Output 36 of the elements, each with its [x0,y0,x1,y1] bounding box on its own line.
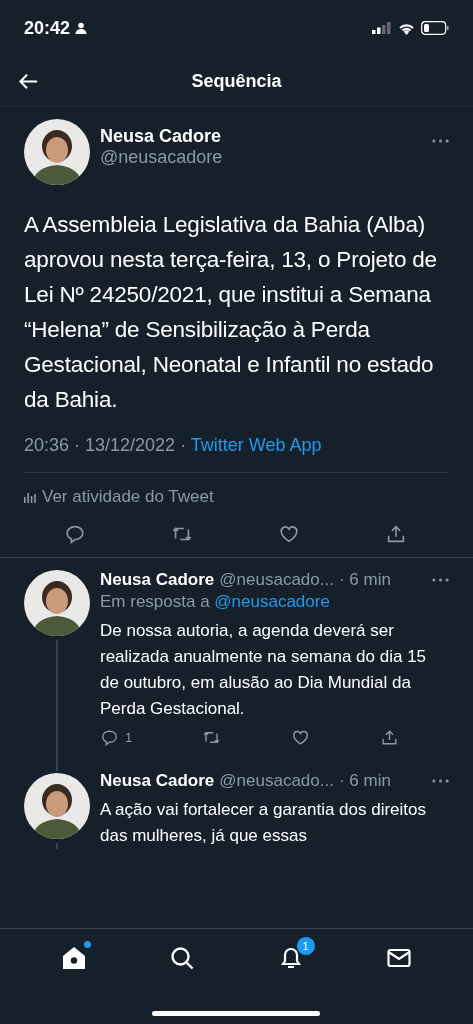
mention-link[interactable]: @neusacadore [214,592,330,611]
signal-icon [372,22,392,34]
activity-link[interactable]: Ver atividade do Tweet [42,487,214,507]
author-name[interactable]: Neusa Cadore [100,126,422,147]
reply-icon[interactable] [100,728,119,747]
author-handle[interactable]: @neusacado... [219,771,334,791]
tweet-text: A Assembleia Legislativa da Bahia (Alba) aprovou nesta terça-feira, 13, o Projeto de Lei Nº 24250/2021, que institui a Semana “Helena” de Sensibilização à Perda Gestacional, Neonatal e Infantil no estado da Bahia. [24,211,438,414]
battery-icon [421,21,449,35]
reply-to-label: Em resposta a [100,592,210,611]
tweet-timestamp: 20:36 · 13/12/2022 · [24,435,188,455]
more-icon[interactable] [432,139,449,143]
search-icon[interactable] [169,945,196,971]
clock: 20:42 [24,17,71,39]
tweet-text: De nossa autoria, a agenda deverá ser realizada anualmente na semana do dia 15 de outubro, em alusão ao Dia Mundial da Perda Gestacional. [100,620,428,720]
author-name[interactable]: Neusa Cadore [100,570,215,590]
person-icon [75,22,88,34]
author-handle[interactable]: @neusacado... [219,570,334,590]
tweet-time: · 6 min [338,771,391,791]
tweet-time: · 6 min [338,570,391,590]
notification-badge: 1 [295,936,316,956]
heart-icon[interactable] [291,728,311,747]
share-icon[interactable] [380,728,399,747]
home-icon[interactable] [61,945,88,971]
heart-icon[interactable] [278,523,300,545]
reply-icon[interactable] [64,523,86,545]
more-icon[interactable] [432,779,449,783]
author-name[interactable]: Neusa Cadore [100,771,215,791]
tweet-text: A ação vai fortalecer a garantia dos direitos das mulheres, já que essas [100,799,428,847]
source-link[interactable]: Twitter Web App [190,435,322,455]
author-handle[interactable]: @neusacadore [100,147,422,168]
share-icon[interactable] [385,523,407,545]
bar-chart-icon [24,491,36,503]
wifi-icon [398,21,415,35]
reply-count: 1 [125,730,133,745]
page-title: Sequência [191,70,282,92]
more-icon[interactable] [432,578,449,582]
